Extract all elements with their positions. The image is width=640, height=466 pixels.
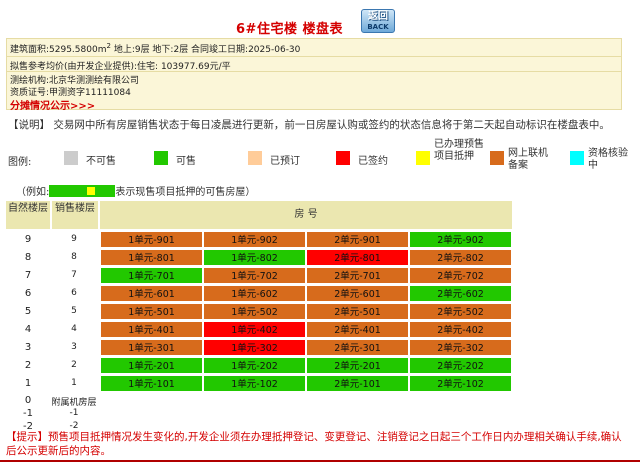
room-cell[interactable]: 1单元-202	[203, 357, 306, 374]
room-cell[interactable]: 2单元-102	[409, 375, 512, 392]
room-cell[interactable]: 1单元-302	[203, 339, 306, 356]
sales-floor: 7	[71, 270, 77, 280]
natural-floor: 6	[24, 288, 32, 299]
legend-swatch	[570, 151, 584, 165]
back-button[interactable]: 返回 BACK	[361, 9, 395, 33]
room-cell[interactable]: 2单元-802	[409, 249, 512, 266]
legend-text: 已签约	[358, 156, 388, 167]
sales-floor: 8	[71, 252, 77, 262]
sales-floor: 附属机房层	[51, 398, 97, 408]
header-natural-floor: 自然楼层	[6, 201, 50, 229]
room-cell[interactable]: 1单元-901	[100, 231, 203, 248]
room-cell[interactable]: 2单元-502	[409, 303, 512, 320]
room-cell[interactable]: 1单元-201	[100, 357, 203, 374]
divider	[7, 71, 621, 72]
natural-floor: 5	[24, 306, 32, 317]
room-cell[interactable]: 1单元-802	[203, 249, 306, 266]
room-cell[interactable]: 2单元-401	[306, 321, 409, 338]
footer-divider	[0, 460, 640, 462]
sales-floor: 2	[71, 360, 77, 370]
title-row: 6#住宅楼 楼盘表 返回 BACK	[0, 6, 640, 37]
room-cell[interactable]: 2单元-701	[306, 267, 409, 284]
legend-label: 图例:	[8, 157, 32, 168]
legend-text: 网上联机备案	[508, 148, 548, 171]
room-cell[interactable]: 1单元-702	[203, 267, 306, 284]
sales-floor: 9	[71, 234, 77, 244]
legend-text: 已预订	[270, 156, 300, 167]
natural-floor: 2	[24, 360, 32, 371]
legend-swatch	[154, 151, 168, 165]
sales-floor: 6	[71, 288, 77, 298]
room-cell[interactable]: 1单元-101	[100, 375, 203, 392]
status-note: 【说明】 交易网中所有房屋销售状态于每日凌晨进行更新，前一日房屋认购或签约的状态…	[8, 119, 610, 131]
room-cell[interactable]: 2单元-501	[306, 303, 409, 320]
room-cell[interactable]: 2单元-801	[306, 249, 409, 266]
natural-floor: 3	[24, 342, 32, 353]
back-button-label: 返回	[368, 11, 388, 22]
pledge-tip: 【提示】预售项目抵押情况发生变化的,开发企业须在办理抵押登记、变更登记、注销登记…	[6, 431, 622, 457]
room-cell[interactable]: 1单元-402	[203, 321, 306, 338]
room-cell[interactable]: 2单元-402	[409, 321, 512, 338]
natural-floor: 7	[24, 270, 32, 281]
sales-floor: 5	[71, 306, 77, 316]
legend-text: 资格核验中	[588, 148, 628, 171]
divider	[7, 56, 621, 57]
natural-floor: 4	[24, 324, 32, 335]
legend-text: 不可售	[86, 156, 116, 167]
legend-text: 已办理预售项目抵押	[434, 139, 484, 162]
natural-floor: 0	[24, 395, 32, 406]
natural-floor: 8	[24, 252, 32, 263]
sales-floor: 1	[71, 378, 77, 388]
room-cell[interactable]: 2单元-601	[306, 285, 409, 302]
sales-floor: -1	[69, 408, 79, 418]
room-cell[interactable]: 2单元-602	[409, 285, 512, 302]
sales-floor: 3	[71, 342, 77, 352]
example-note: （例如: 表示现售项目抵押的可售房屋）	[16, 185, 256, 198]
natural-floor: -1	[23, 408, 33, 419]
room-cell[interactable]: 2单元-101	[306, 375, 409, 392]
room-cell[interactable]: 2单元-902	[409, 231, 512, 248]
example-swatch	[49, 185, 116, 197]
building-area: 建筑面积:5295.5800m2 地上:9层 地下:2层 合同竣工日期:2025…	[10, 42, 301, 55]
legend-text: 可售	[176, 156, 196, 167]
header-sales-floor: 销售楼层	[52, 201, 98, 229]
legend-swatch	[336, 151, 350, 165]
room-cell[interactable]: 1单元-501	[100, 303, 203, 320]
room-cell[interactable]: 2单元-302	[409, 339, 512, 356]
room-cell[interactable]: 2单元-901	[306, 231, 409, 248]
room-cell[interactable]: 1单元-301	[100, 339, 203, 356]
room-cell[interactable]: 1单元-902	[203, 231, 306, 248]
room-cell[interactable]: 2单元-301	[306, 339, 409, 356]
room-cell[interactable]: 1单元-401	[100, 321, 203, 338]
legend-swatch	[416, 151, 430, 165]
room-cell[interactable]: 1单元-102	[203, 375, 306, 392]
room-cell[interactable]: 1单元-701	[100, 267, 203, 284]
legend-swatch	[490, 151, 504, 165]
allocation-disclosure-link[interactable]: 分摊情况公示>>>	[10, 97, 95, 112]
natural-floor: 1	[24, 378, 32, 389]
room-cell[interactable]: 2单元-201	[306, 357, 409, 374]
room-cell[interactable]: 1单元-502	[203, 303, 306, 320]
legend-swatch	[64, 151, 78, 165]
legend-swatch	[248, 151, 262, 165]
project-info-panel: 建筑面积:5295.5800m2 地上:9层 地下:2层 合同竣工日期:2025…	[6, 38, 622, 112]
page-title: 6#住宅楼 楼盘表	[236, 22, 343, 37]
room-cell[interactable]: 1单元-602	[203, 285, 306, 302]
natural-floor: 9	[24, 234, 32, 245]
header-room-number: 房 号	[100, 201, 512, 229]
room-cell[interactable]: 1单元-801	[100, 249, 203, 266]
room-cell[interactable]: 2单元-702	[409, 267, 512, 284]
sales-floor: 4	[71, 324, 77, 334]
back-button-sublabel: BACK	[367, 23, 389, 31]
room-cell[interactable]: 2单元-202	[409, 357, 512, 374]
room-cell[interactable]: 1单元-601	[100, 285, 203, 302]
